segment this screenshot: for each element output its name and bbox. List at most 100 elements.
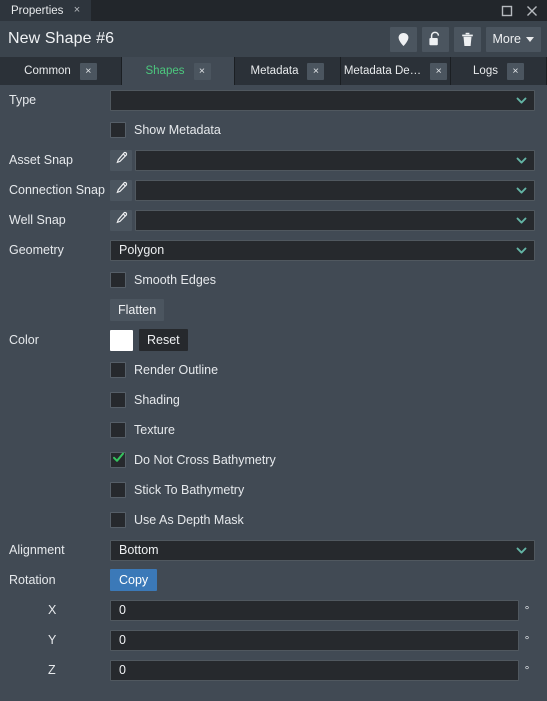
tab-close-icon[interactable]: ×: [193, 62, 211, 80]
row-geometry: Geometry Polygon: [0, 235, 547, 265]
maximize-icon[interactable]: [501, 5, 513, 17]
stick-to-bathymetry-label: Stick To Bathymetry: [134, 483, 245, 497]
type-label: Type: [9, 93, 37, 107]
row-do-not-cross-bathymetry: Do Not Cross Bathymetry: [0, 445, 547, 475]
rotation-x-input[interactable]: 0: [110, 599, 519, 621]
asset-snap-eyedropper-button[interactable]: [110, 149, 132, 171]
connection-snap-label: Connection Snap: [9, 183, 105, 197]
degree-unit: °: [524, 603, 530, 617]
well-snap-select[interactable]: [135, 209, 535, 231]
tab-metadata[interactable]: Metadata ×: [235, 57, 341, 85]
tab-label: Common: [24, 65, 71, 77]
row-smooth-edges: Smooth Edges: [0, 265, 547, 295]
checkmark-icon: [112, 451, 125, 469]
row-rotation-x: X 0 °: [0, 595, 547, 625]
shading-checkbox[interactable]: [110, 392, 126, 408]
pin-button[interactable]: [389, 26, 417, 52]
row-alignment: Alignment Bottom: [0, 535, 547, 565]
color-label: Color: [9, 333, 39, 347]
row-rotation-z: Z 0 °: [0, 655, 547, 685]
do-not-cross-bathymetry-label: Do Not Cross Bathymetry: [134, 453, 276, 467]
eyedropper-icon: [115, 211, 128, 229]
row-show-metadata: Show Metadata: [0, 115, 547, 145]
tab-logs[interactable]: Logs ×: [451, 57, 547, 85]
chevron-down-icon: [526, 36, 534, 42]
rotation-z-label: Z: [48, 663, 56, 677]
smooth-edges-label: Smooth Edges: [134, 273, 216, 287]
row-color: Color Reset: [0, 325, 547, 355]
window-tab-properties[interactable]: Properties ×: [0, 0, 92, 21]
tab-close-icon[interactable]: ×: [430, 62, 448, 80]
use-as-depth-mask-checkbox[interactable]: [110, 512, 126, 528]
eyedropper-icon: [115, 151, 128, 169]
rotation-label: Rotation: [9, 573, 56, 587]
do-not-cross-bathymetry-checkbox[interactable]: [110, 452, 126, 468]
well-snap-label: Well Snap: [9, 213, 66, 227]
tab-close-icon[interactable]: ×: [506, 62, 524, 80]
rotation-copy-button[interactable]: Copy: [110, 569, 158, 591]
render-outline-checkbox[interactable]: [110, 362, 126, 378]
page-title: New Shape #6: [8, 30, 115, 47]
smooth-edges-checkbox[interactable]: [110, 272, 126, 288]
more-menu-button[interactable]: More: [485, 26, 541, 52]
panel-header: New Shape #6 More: [0, 21, 547, 57]
row-type: Type: [0, 85, 547, 115]
show-metadata-checkbox[interactable]: [110, 122, 126, 138]
color-reset-button[interactable]: Reset: [139, 329, 188, 351]
degree-unit: °: [524, 663, 530, 677]
unlock-button[interactable]: [421, 26, 449, 52]
alignment-select[interactable]: Bottom: [110, 539, 535, 561]
tab-close-icon[interactable]: ×: [79, 62, 97, 80]
row-well-snap: Well Snap: [0, 205, 547, 235]
shading-label: Shading: [134, 393, 180, 407]
tab-shapes[interactable]: Shapes ×: [122, 57, 235, 85]
window-tab-label: Properties: [11, 4, 64, 17]
rotation-y-label: Y: [48, 633, 57, 647]
flatten-button[interactable]: Flatten: [110, 299, 165, 321]
texture-checkbox[interactable]: [110, 422, 126, 438]
delete-button[interactable]: [453, 26, 481, 52]
connection-snap-select[interactable]: [135, 179, 535, 201]
more-menu-label: More: [492, 32, 521, 46]
tab-metadata-details[interactable]: Metadata De… ×: [341, 57, 451, 85]
asset-snap-select[interactable]: [135, 149, 535, 171]
row-connection-snap: Connection Snap: [0, 175, 547, 205]
geometry-select[interactable]: Polygon: [110, 239, 535, 261]
row-use-as-depth-mask: Use As Depth Mask: [0, 505, 547, 535]
tab-common[interactable]: Common ×: [0, 57, 122, 85]
geometry-label: Geometry: [9, 243, 64, 257]
window-controls: [501, 0, 547, 21]
row-render-outline: Render Outline: [0, 355, 547, 385]
chevron-down-icon: [515, 154, 528, 167]
tab-label: Metadata: [250, 65, 299, 77]
close-icon[interactable]: [526, 5, 538, 17]
type-select[interactable]: [110, 89, 535, 111]
geometry-value: Polygon: [119, 243, 165, 257]
row-shading: Shading: [0, 385, 547, 415]
row-flatten: Flatten: [0, 295, 547, 325]
trash-icon: [461, 32, 474, 47]
stick-to-bathymetry-checkbox[interactable]: [110, 482, 126, 498]
color-swatch[interactable]: [110, 329, 133, 351]
asset-snap-label: Asset Snap: [9, 153, 73, 167]
chevron-down-icon: [515, 94, 528, 107]
rotation-z-input[interactable]: 0: [110, 659, 519, 681]
rotation-y-input[interactable]: 0: [110, 629, 519, 651]
render-outline-label: Render Outline: [134, 363, 219, 377]
tab-label: Shapes: [145, 65, 185, 77]
window-tab-close-icon[interactable]: ×: [71, 5, 82, 16]
window-titlebar: Properties ×: [0, 0, 547, 21]
chevron-down-icon: [515, 544, 528, 557]
row-rotation: Rotation Copy: [0, 565, 547, 595]
texture-label: Texture: [134, 423, 175, 437]
connection-snap-eyedropper-button[interactable]: [110, 179, 132, 201]
chevron-down-icon: [515, 244, 528, 257]
map-pin-icon: [397, 32, 410, 47]
alignment-label: Alignment: [9, 543, 65, 557]
row-stick-to-bathymetry: Stick To Bathymetry: [0, 475, 547, 505]
eyedropper-icon: [115, 181, 128, 199]
rotation-x-label: X: [48, 603, 57, 617]
alignment-value: Bottom: [119, 543, 159, 557]
tab-close-icon[interactable]: ×: [307, 62, 325, 80]
well-snap-eyedropper-button[interactable]: [110, 209, 132, 231]
